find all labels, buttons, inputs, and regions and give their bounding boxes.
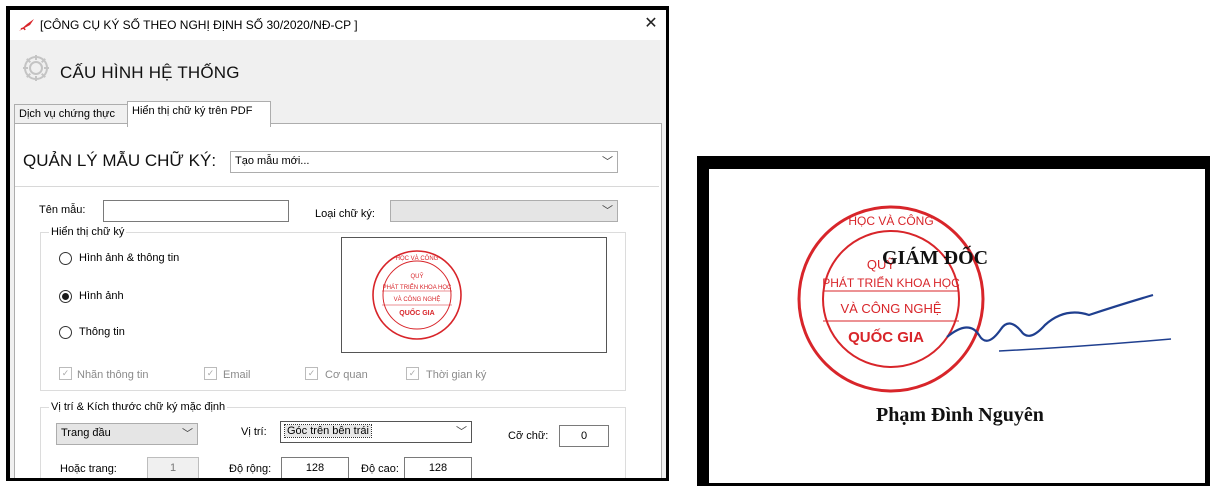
position-select[interactable]: Góc trên bên trái ﹀ [280, 421, 472, 443]
font-size-input[interactable]: 0 [559, 425, 609, 447]
header-title: CẤU HÌNH HỆ THỐNG [60, 63, 240, 82]
radio-info-label: Thông tin [79, 326, 125, 338]
checkbox-organization-text: Cơ quan [325, 369, 368, 381]
checkbox-email[interactable]: ✓ [204, 367, 217, 380]
height-label: Độ cao: [361, 463, 399, 475]
stamp-large-line-2: PHÁT TRIỂN KHOA HỌC [822, 275, 960, 290]
template-settings-group: Tên mẫu: Loại chữ ký: ﹀ Hiển thị chữ ký … [15, 186, 659, 478]
checkbox-signing-time[interactable]: ✓ [406, 367, 419, 380]
gear-icon [23, 55, 49, 81]
radio-image-and-info-label: Hình ảnh & thông tin [79, 252, 180, 264]
checkbox-organization[interactable]: ✓ [305, 367, 318, 380]
position-select-value: Góc trên bên trái [284, 424, 372, 438]
stamp-large-arc-text: HỌC VÀ CÔNG [848, 213, 933, 228]
signature-image: HỌC VÀ CÔNG QUỸ PHÁT TRIỂN KHOA HỌC VÀ C… [709, 169, 1205, 483]
stamp-arc-text: HỌC VÀ CÔNG [396, 255, 439, 262]
signer-name: Phạm Đình Nguyên [876, 404, 1044, 426]
template-name-label: Tên mẫu: [39, 204, 86, 216]
window-title: [CÔNG CỤ KÝ SỐ THEO NGHỊ ĐỊNH SỐ 30/2020… [40, 18, 358, 32]
radio-image-label: Hình ảnh [79, 290, 124, 302]
chevron-down-icon: ﹀ [182, 428, 193, 440]
height-input[interactable]: 128 [404, 457, 472, 478]
pen-icon [19, 19, 34, 31]
tab-panel: QUẢN LÝ MẪU CHỮ KÝ: Tạo mẫu mới... ﹀ Tên… [14, 123, 662, 478]
radio-image-and-info[interactable] [59, 252, 72, 265]
radio-info[interactable] [59, 326, 72, 339]
signature-type-label: Loại chữ ký: [315, 208, 375, 220]
checkbox-info-label[interactable]: ✓ [59, 367, 72, 380]
stamp-line-4: QUỐC GIA [399, 307, 434, 317]
chevron-down-icon: ﹀ [456, 426, 467, 438]
chevron-down-icon: ﹀ [602, 205, 613, 217]
tab-pdf-signature-display[interactable]: Hiển thị chữ ký trên PDF [127, 101, 271, 127]
position-size-legend: Vị trí & Kích thước chữ ký mặc định [49, 401, 228, 413]
radio-image[interactable] [59, 290, 72, 303]
or-page-input[interactable]: 1 [147, 457, 199, 478]
template-name-input[interactable] [103, 200, 289, 222]
dialog-window: [CÔNG CỤ KÝ SỐ THEO NGHỊ ĐỊNH SỐ 30/2020… [10, 10, 666, 478]
stamp-large-line-4: QUỐC GIA [848, 328, 924, 346]
width-input[interactable]: 128 [281, 457, 349, 478]
width-label: Độ rộng: [229, 463, 272, 475]
checkbox-info-label-text: Nhãn thông tin [77, 369, 149, 381]
font-size-label: Cỡ chữ: [508, 430, 549, 442]
stamp-line-1: QUỸ [410, 273, 423, 280]
stamp-large-line-3: VÀ CÔNG NGHỆ [840, 301, 941, 316]
page-select-value: Trang đầu [61, 427, 111, 439]
title-bar: [CÔNG CỤ KÝ SỐ THEO NGHỊ ĐỊNH SỐ 30/2020… [10, 10, 666, 40]
display-signature-legend: Hiển thị chữ ký [49, 226, 127, 238]
checkbox-signing-time-text: Thời gian ký [426, 369, 487, 381]
dialog-window-frame: [CÔNG CỤ KÝ SỐ THEO NGHỊ ĐỊNH SỐ 30/2020… [6, 6, 669, 481]
chevron-down-icon: ﹀ [602, 156, 613, 168]
checkbox-email-text: Email [223, 369, 251, 381]
signature-template-manager-label: QUẢN LÝ MẪU CHỮ KÝ: [23, 151, 217, 170]
or-page-label: Hoặc trang: [60, 463, 117, 475]
template-select-value: Tạo mẫu mới... [235, 155, 310, 167]
template-select[interactable]: Tạo mẫu mới... ﹀ [230, 151, 618, 173]
stamp-line-2: PHÁT TRIỂN KHOA HỌC [383, 284, 452, 291]
signature-preview: HỌC VÀ CÔNG QUỸ PHÁT TRIỂN KHOA HỌC VÀ C… [341, 237, 607, 353]
signature-type-select[interactable]: ﹀ [390, 200, 618, 222]
page-select[interactable]: Trang đầu ﹀ [56, 423, 198, 445]
handwritten-signature-image [946, 293, 1172, 352]
stamp-line-3: VÀ CÔNG NGHỆ [394, 295, 441, 303]
position-label: Vị trí: [241, 426, 267, 438]
close-button[interactable]: ✕ [640, 14, 662, 34]
stamp-image: HỌC VÀ CÔNG QUỸ PHÁT TRIỂN KHOA HỌC VÀ C… [372, 250, 462, 340]
signer-role: GIÁM ĐỐC [882, 247, 989, 269]
